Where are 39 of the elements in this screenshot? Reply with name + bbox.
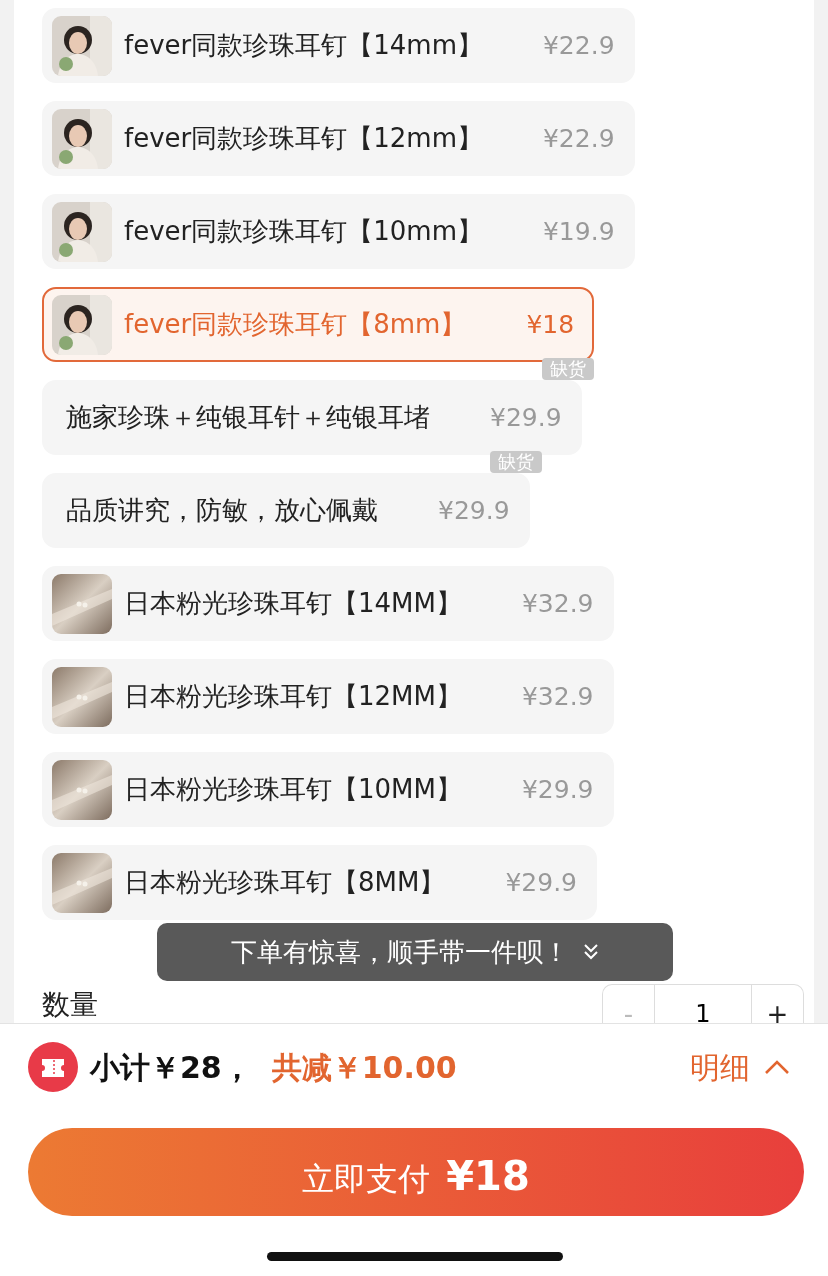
option-name: fever同款珍珠耳钉【14mm】 [124, 29, 483, 62]
option-name: 日本粉光珍珠耳钉【14MM】 [124, 587, 462, 620]
pay-button[interactable]: 立即支付 ¥18 [28, 1128, 804, 1216]
discount-text: 共减￥10.00 [271, 1048, 457, 1087]
subtotal-text: 小计￥28， [90, 1048, 252, 1087]
option-name: 日本粉光珍珠耳钉【10MM】 [124, 773, 462, 806]
quantity-field[interactable]: 1 [654, 984, 752, 1023]
option-price: ¥29.9 [504, 866, 577, 899]
option-chip[interactable]: 日本粉光珍珠耳钉【8MM】 ¥29.9 [42, 845, 597, 920]
option-chip[interactable]: 日本粉光珍珠耳钉【10MM】 ¥29.9 [42, 752, 614, 827]
option-chip[interactable]: fever同款珍珠耳钉【12mm】 ¥22.9 [42, 101, 635, 176]
option-price: ¥29.9 [520, 773, 594, 806]
option-chip[interactable]: fever同款珍珠耳钉【10mm】 ¥19.9 [42, 194, 635, 269]
option-price: ¥22.9 [541, 29, 615, 62]
option-chip[interactable]: fever同款珍珠耳钉【14mm】 ¥22.9 [42, 8, 635, 83]
option-price: ¥19.9 [541, 215, 615, 248]
option-name: 施家珍珠＋纯银耳针＋纯银耳堵 [66, 401, 430, 434]
option-price: ¥32.9 [520, 587, 594, 620]
option-chip[interactable]: 品质讲究，防敏，放心佩戴 ¥29.9 [42, 473, 530, 548]
coupon-icon [28, 1042, 78, 1092]
option-chip[interactable]: 日本粉光珍珠耳钉【12MM】 ¥32.9 [42, 659, 614, 734]
option-price: ¥18 [525, 308, 575, 341]
option-price: ¥32.9 [520, 680, 594, 713]
option-name: fever同款珍珠耳钉【12mm】 [124, 122, 483, 155]
option-name: 品质讲究，防敏，放心佩戴 [66, 494, 378, 527]
quantity-label: 数量 [42, 987, 98, 1023]
option-name: 日本粉光珍珠耳钉【12MM】 [124, 680, 462, 713]
toast-text: 下单有惊喜，顺手带一件呗！ [231, 935, 569, 969]
double-chevron-down-icon [583, 943, 599, 961]
option-name: fever同款珍珠耳钉【10mm】 [124, 215, 483, 248]
option-price: ¥29.9 [437, 494, 510, 527]
option-name: fever同款珍珠耳钉【8mm】 [124, 308, 467, 341]
chevron-up-icon [764, 1059, 790, 1075]
option-name: 日本粉光珍珠耳钉【8MM】 [124, 866, 446, 899]
option-chip[interactable]: 日本粉光珍珠耳钉【14MM】 ¥32.9 [42, 566, 614, 641]
option-price: ¥22.9 [541, 122, 615, 155]
option-price: ¥29.9 [489, 401, 562, 434]
increase-button[interactable]: + [752, 984, 804, 1023]
option-chip[interactable]: 施家珍珠＋纯银耳针＋纯银耳堵 ¥29.9 [42, 380, 582, 455]
